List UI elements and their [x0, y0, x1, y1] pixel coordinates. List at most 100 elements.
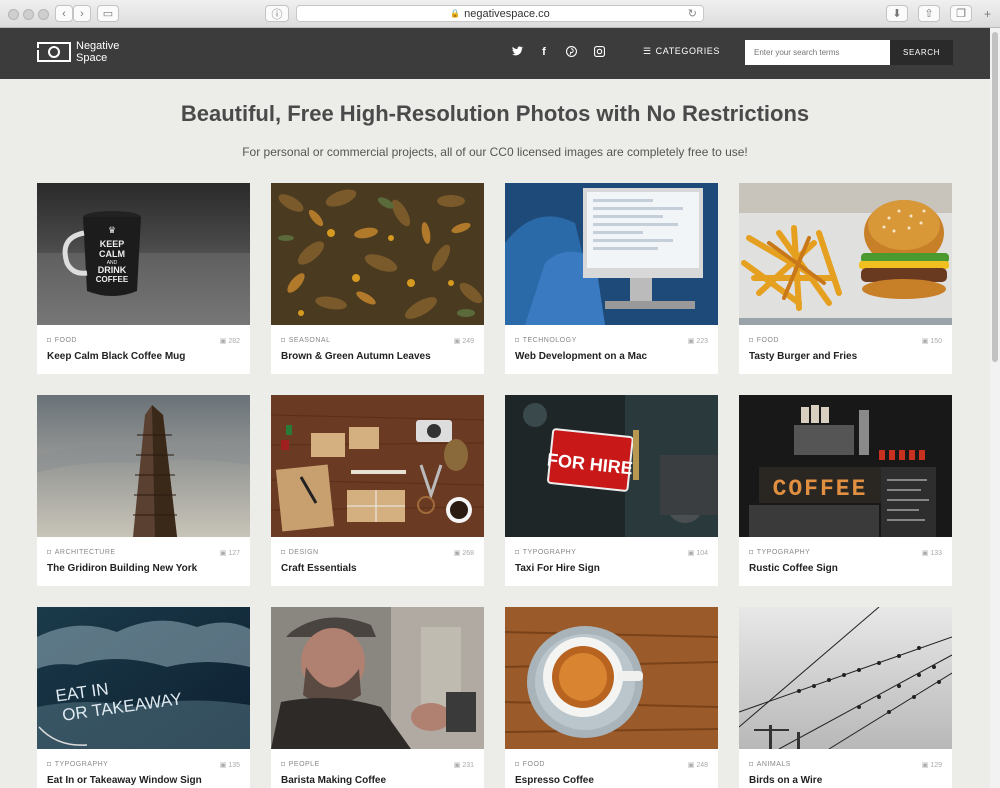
camera-icon: ◘	[47, 761, 52, 768]
search-input[interactable]	[745, 40, 890, 65]
card-category[interactable]: ◘ TYPOGRAPHY	[515, 549, 576, 556]
photo-web-dev-mac[interactable]	[505, 183, 718, 325]
facebook-icon[interactable]: f	[537, 46, 551, 58]
card-category[interactable]: ◘ SEASONAL	[281, 337, 330, 344]
card-title[interactable]: Barista Making Coffee	[281, 775, 386, 786]
card-category[interactable]: ◘ FOOD	[47, 337, 77, 344]
photo-autumn-leaves[interactable]	[271, 183, 484, 325]
page-subtitle: For personal or commercial projects, all…	[242, 145, 748, 159]
photo-card[interactable]: COFFEE ◘ TYPOGRAPHY ▣ 133 Rustic Coffee S…	[739, 395, 952, 586]
card-title[interactable]: The Gridiron Building New York	[47, 563, 197, 574]
photo-card[interactable]: ◘ SEASONAL ▣ 249 Brown & Green Autumn Lea…	[271, 183, 484, 374]
close-window-button[interactable]	[8, 9, 19, 20]
camera-logo-icon[interactable]	[36, 42, 71, 62]
card-category[interactable]: ◘ ARCHITECTURE	[47, 549, 116, 556]
svg-text:♛: ♛	[108, 225, 116, 235]
card-title[interactable]: Birds on a Wire	[749, 775, 822, 786]
twitter-icon[interactable]	[510, 46, 524, 59]
card-title[interactable]: Web Development on a Mac	[515, 351, 647, 362]
photo-count: ▣ 150	[922, 337, 942, 345]
pinterest-icon[interactable]	[564, 46, 578, 60]
photo-card[interactable]: ◘ TECHNOLOGY ▣ 223 Web Development on a M…	[505, 183, 718, 374]
card-title[interactable]: Craft Essentials	[281, 563, 357, 574]
photo-flatiron-building[interactable]	[37, 395, 250, 537]
count-value: 249	[462, 338, 474, 345]
card-category[interactable]: ◘ TYPOGRAPHY	[47, 761, 108, 768]
camera-icon: ◘	[47, 337, 52, 344]
card-category[interactable]: ◘ TECHNOLOGY	[515, 337, 577, 344]
card-title[interactable]: Rustic Coffee Sign	[749, 563, 838, 574]
search-button[interactable]: SEARCH	[890, 40, 953, 65]
site-header: Negative Space f ☰CATEGORIES SEARCH	[0, 28, 990, 79]
card-category[interactable]: ◘ FOOD	[749, 337, 779, 344]
card-category[interactable]: ◘ PEOPLE	[281, 761, 320, 768]
count-value: 135	[228, 762, 240, 769]
count-value: 133	[930, 550, 942, 557]
photo-craft-essentials[interactable]	[271, 395, 484, 537]
photo-card[interactable]: ◘ ARCHITECTURE ▣ 127 The Gridiron Buildin…	[37, 395, 250, 586]
card-category[interactable]: ◘ FOOD	[515, 761, 545, 768]
zoom-window-button[interactable]	[38, 9, 49, 20]
photo-card[interactable]: FOR HIRE ◘ TYPOGRAPHY ▣ 104 Taxi For Hire…	[505, 395, 718, 586]
share-button[interactable]: ⇧	[918, 5, 940, 22]
photo-count: ▣ 231	[454, 761, 474, 769]
downloads-button[interactable]: ⬇	[886, 5, 908, 22]
card-title[interactable]: Taxi For Hire Sign	[515, 563, 600, 574]
card-category[interactable]: ◘ TYPOGRAPHY	[749, 549, 810, 556]
card-category[interactable]: ◘ DESIGN	[281, 549, 319, 556]
card-title[interactable]: Eat In or Takeaway Window Sign	[47, 775, 202, 786]
photo-card[interactable]: ◘ ANIMALS ▣ 129 Birds on a Wire	[739, 607, 952, 788]
reader-button[interactable]: ⓘ	[265, 5, 289, 22]
sign-coffee: COFFEE	[773, 476, 868, 502]
card-category[interactable]: ◘ ANIMALS	[749, 761, 791, 768]
category-label: FOOD	[522, 761, 545, 768]
card-title[interactable]: Keep Calm Black Coffee Mug	[47, 351, 185, 362]
category-label: ANIMALS	[756, 761, 791, 768]
browser-toolbar: ‹ › ▭ ⓘ 🔒 negativespace.co ↻ ⬇ ⇧ ❐ +	[0, 0, 1000, 28]
chevron-right-icon: ›	[80, 7, 84, 20]
category-label: TYPOGRAPHY	[522, 549, 577, 556]
photo-taxi-for-hire[interactable]: FOR HIRE	[505, 395, 718, 537]
photo-card[interactable]: ◘ FOOD ▣ 150 Tasty Burger and Fries	[739, 183, 952, 374]
photo-card[interactable]: ◘ PEOPLE ▣ 231 Barista Making Coffee	[271, 607, 484, 788]
count-value: 248	[696, 762, 708, 769]
photo-barista[interactable]	[271, 607, 484, 749]
card-title[interactable]: Espresso Coffee	[515, 775, 594, 786]
category-label: PEOPLE	[288, 761, 320, 768]
photo-keep-calm-mug[interactable]: ♛ KEEP CALM AND DRINK COFFEE	[37, 183, 250, 325]
count-value: 150	[930, 338, 942, 345]
download-icon: ⬇	[892, 8, 902, 20]
new-tab-icon[interactable]: +	[984, 7, 991, 21]
scrollbar-thumb[interactable]	[992, 32, 998, 362]
camera-icon: ◘	[281, 549, 286, 556]
back-button[interactable]: ‹	[55, 5, 73, 22]
photo-birds-wire[interactable]	[739, 607, 952, 749]
site-logo[interactable]: Negative Space	[76, 40, 119, 64]
category-label: TYPOGRAPHY	[756, 549, 811, 556]
instagram-icon[interactable]	[592, 46, 606, 60]
page-scrollbar[interactable]	[990, 28, 1000, 788]
lock-icon: 🔒	[450, 9, 461, 18]
forward-button[interactable]: ›	[73, 5, 91, 22]
reload-icon[interactable]: ↻	[688, 7, 697, 20]
photo-espresso[interactable]	[505, 607, 718, 749]
tabs-button[interactable]: ❐	[950, 5, 972, 22]
photo-count: ▣ 268	[454, 549, 474, 557]
photo-card[interactable]: ◘ FOOD ▣ 248 Espresso Coffee	[505, 607, 718, 788]
photo-card[interactable]: EAT IN OR TAKEAWAY ◘ TYPOGRAPHY ▣ 135 Eat…	[37, 607, 250, 788]
photo-count: ▣ 127	[220, 549, 240, 557]
card-title[interactable]: Brown & Green Autumn Leaves	[281, 351, 431, 362]
camera-icon: ◘	[749, 337, 754, 344]
sidebar-button[interactable]: ▭	[97, 5, 119, 22]
card-title[interactable]: Tasty Burger and Fries	[749, 351, 857, 362]
photo-rustic-coffee-sign[interactable]: COFFEE	[739, 395, 952, 537]
count-value: 268	[462, 550, 474, 557]
photo-card[interactable]: ◘ DESIGN ▣ 268 Craft Essentials	[271, 395, 484, 586]
address-bar[interactable]: 🔒 negativespace.co ↻	[296, 5, 704, 22]
photo-card[interactable]: ♛ KEEP CALM AND DRINK COFFEE ◘ FOOD ▣ 282…	[37, 183, 250, 374]
categories-menu[interactable]: ☰ CATEGORIES	[643, 46, 720, 57]
minimize-window-button[interactable]	[23, 9, 34, 20]
photo-eat-in-takeaway[interactable]: EAT IN OR TAKEAWAY	[37, 607, 250, 749]
logo-line-1: Negative	[76, 40, 120, 52]
photo-burger-fries[interactable]	[739, 183, 952, 325]
